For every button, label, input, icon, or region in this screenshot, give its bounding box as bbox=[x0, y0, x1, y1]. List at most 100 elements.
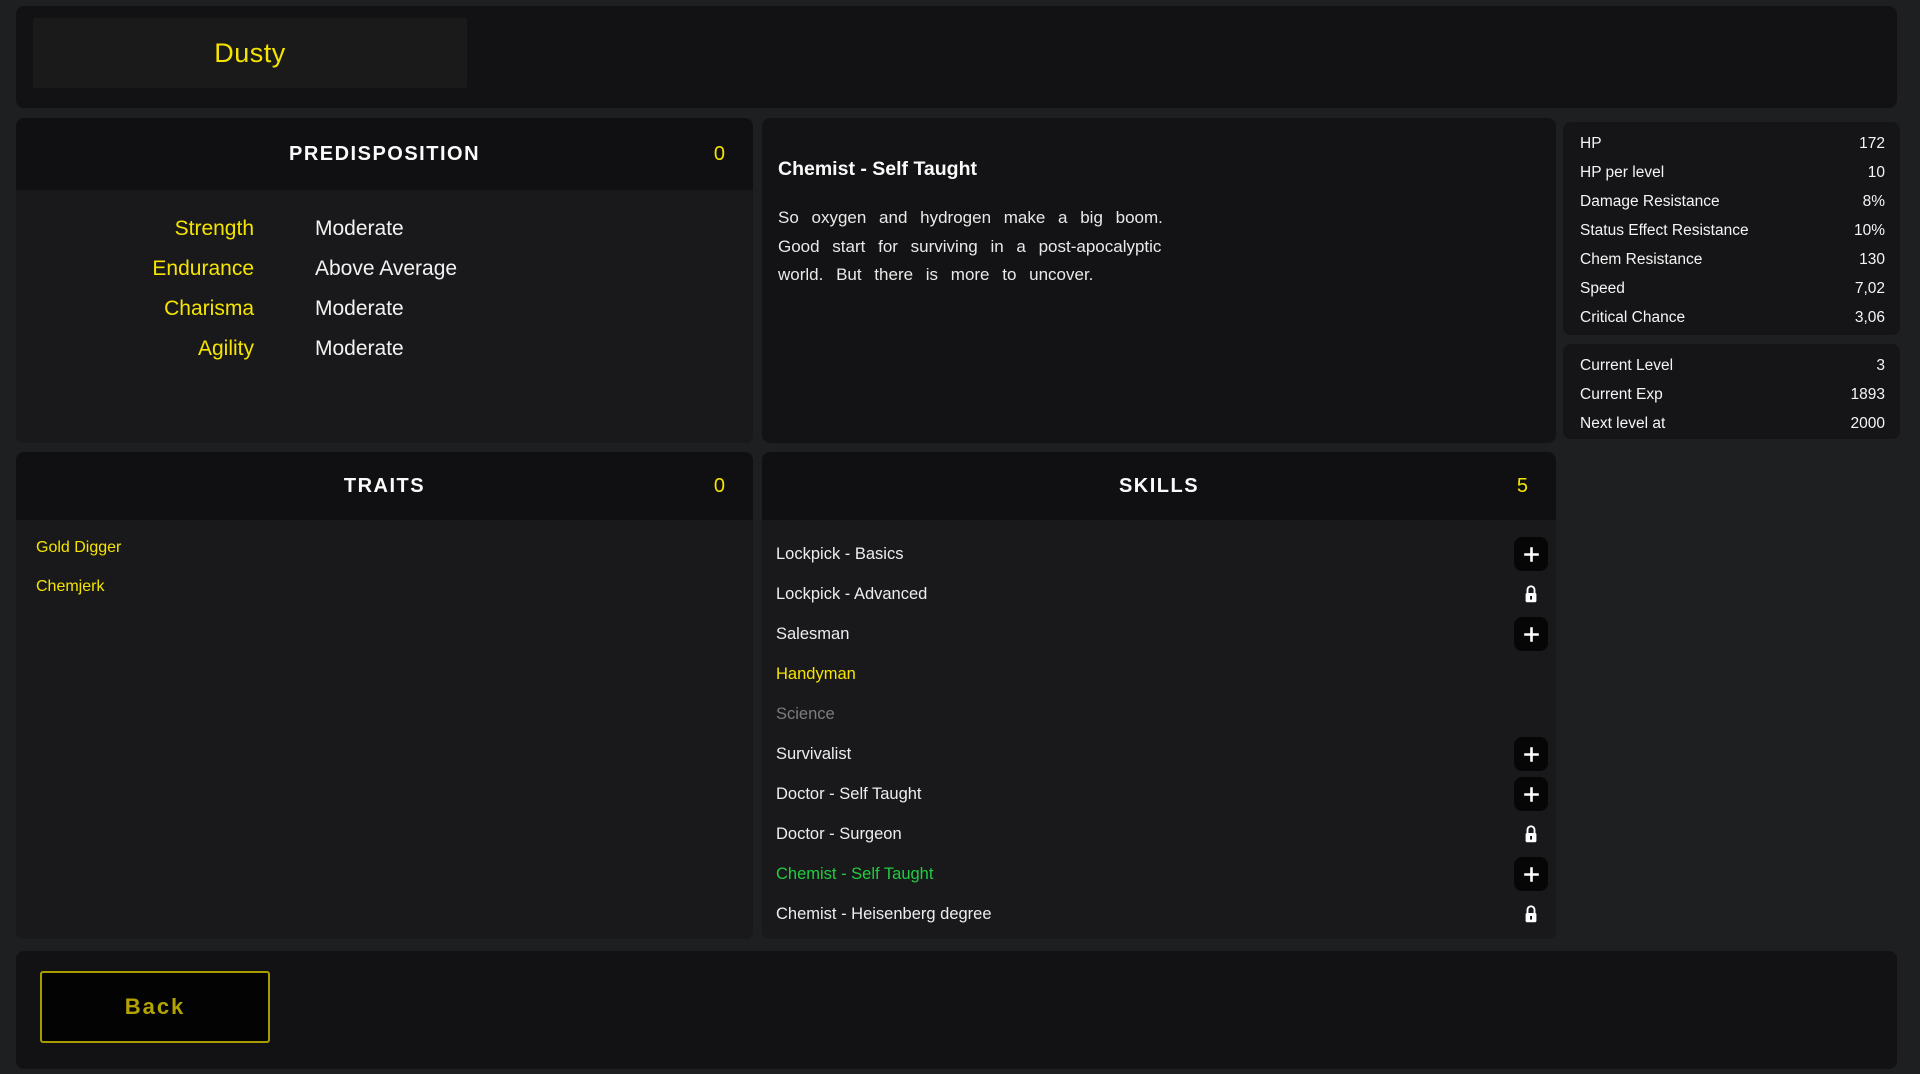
skill-detail-panel: Chemist - Self Taught So oxygen and hydr… bbox=[762, 118, 1556, 443]
trait-item[interactable]: Chemjerk bbox=[16, 567, 753, 606]
stat-row: HP per level 10 bbox=[1563, 158, 1900, 187]
stat-label: Chem Resistance bbox=[1580, 251, 1702, 269]
stat-value: 7,02 bbox=[1855, 280, 1885, 298]
lock-icon bbox=[1523, 904, 1539, 924]
skill-action-slot bbox=[1514, 737, 1548, 771]
plus-icon bbox=[1523, 866, 1540, 883]
stat-value: 3,06 bbox=[1855, 309, 1885, 327]
skill-action-slot bbox=[1514, 777, 1548, 811]
stat-row: Current Level 3 bbox=[1563, 351, 1900, 380]
stat-row: Critical Chance 3,06 bbox=[1563, 303, 1900, 332]
stat-label: Speed bbox=[1580, 280, 1625, 298]
skill-name: Doctor - Self Taught bbox=[776, 785, 922, 804]
footer-bar: Back bbox=[16, 951, 1897, 1069]
level-panel: Current Level 3 Current Exp 1893 Next le… bbox=[1563, 344, 1900, 439]
traits-header: TRAITS 0 bbox=[16, 452, 753, 520]
skill-detail-title: Chemist - Self Taught bbox=[778, 158, 977, 181]
stat-label: Current Exp bbox=[1580, 386, 1663, 404]
skill-name: Science bbox=[776, 705, 835, 724]
skill-plus-button[interactable] bbox=[1514, 777, 1548, 811]
skill-name: Salesman bbox=[776, 625, 849, 644]
skill-name: Lockpick - Basics bbox=[776, 545, 903, 564]
traits-list: Gold Digger Chemjerk bbox=[16, 520, 753, 939]
plus-icon bbox=[1523, 546, 1540, 563]
skill-action-slot bbox=[1514, 657, 1548, 691]
stat-row: Speed 7,02 bbox=[1563, 274, 1900, 303]
plus-icon bbox=[1523, 626, 1540, 643]
character-name: Dusty bbox=[214, 38, 286, 69]
predisposition-title: PREDISPOSITION bbox=[289, 143, 480, 166]
stat-value: 130 bbox=[1859, 251, 1885, 269]
stat-value: 172 bbox=[1859, 135, 1885, 153]
skill-row[interactable]: Chemist - Self Taught bbox=[762, 854, 1556, 894]
stat-value: 3 bbox=[1876, 357, 1885, 375]
skill-name: Handyman bbox=[776, 665, 856, 684]
stat-value: 10 bbox=[1868, 164, 1885, 182]
stat-label: HP bbox=[1580, 135, 1602, 153]
stat-row: Damage Resistance 8% bbox=[1563, 187, 1900, 216]
stat-value: 10% bbox=[1854, 222, 1885, 240]
skill-plus-button[interactable] bbox=[1514, 857, 1548, 891]
skill-plus-button[interactable] bbox=[1514, 617, 1548, 651]
stat-label: Damage Resistance bbox=[1580, 193, 1720, 211]
skill-row[interactable]: Salesman bbox=[762, 614, 1556, 654]
plus-icon bbox=[1523, 746, 1540, 763]
character-screen: Dusty PREDISPOSITION 0 Strength Moderate… bbox=[0, 0, 1920, 1074]
stat-label: Agility bbox=[16, 337, 254, 361]
predisposition-row: Agility Moderate bbox=[16, 329, 753, 369]
skill-name: Survivalist bbox=[776, 745, 851, 764]
name-panel: Dusty bbox=[16, 6, 1897, 108]
skill-action-slot bbox=[1514, 577, 1548, 611]
stat-label: Status Effect Resistance bbox=[1580, 222, 1749, 240]
predisposition-row: Charisma Moderate bbox=[16, 289, 753, 329]
skill-action-slot bbox=[1514, 617, 1548, 651]
skills-header: SKILLS 5 bbox=[762, 452, 1556, 520]
predisposition-panel: PREDISPOSITION 0 Strength Moderate Endur… bbox=[16, 118, 753, 443]
skills-panel: SKILLS 5 Lockpick - Basics bbox=[762, 452, 1556, 939]
skill-row[interactable]: Lockpick - Advanced bbox=[762, 574, 1556, 614]
skill-name: Chemist - Self Taught bbox=[776, 865, 933, 884]
skill-name: Chemist - Heisenberg degree bbox=[776, 905, 992, 924]
stat-label: Endurance bbox=[16, 257, 254, 281]
skill-row[interactable]: Science bbox=[762, 694, 1556, 734]
skill-row[interactable]: Survivalist bbox=[762, 734, 1556, 774]
stat-label: Strength bbox=[16, 217, 254, 241]
stat-value: 1893 bbox=[1851, 386, 1885, 404]
skill-plus-button[interactable] bbox=[1514, 537, 1548, 571]
skill-action-slot bbox=[1514, 537, 1548, 571]
predisposition-row: Endurance Above Average bbox=[16, 249, 753, 289]
stat-value: Moderate bbox=[315, 337, 404, 361]
skill-row[interactable]: Doctor - Self Taught bbox=[762, 774, 1556, 814]
skill-plus-button[interactable] bbox=[1514, 737, 1548, 771]
trait-name: Gold Digger bbox=[36, 539, 121, 557]
predisposition-row: Strength Moderate bbox=[16, 209, 753, 249]
character-name-field[interactable]: Dusty bbox=[33, 18, 467, 88]
skill-action-slot bbox=[1514, 697, 1548, 731]
traits-points: 0 bbox=[714, 475, 725, 498]
skill-row[interactable]: Lockpick - Basics bbox=[762, 534, 1556, 574]
stat-value: Moderate bbox=[315, 297, 404, 321]
stat-value: 2000 bbox=[1851, 415, 1885, 433]
stat-row: Next level at 2000 bbox=[1563, 409, 1900, 438]
traits-title: TRAITS bbox=[344, 475, 425, 498]
lock-icon bbox=[1523, 824, 1539, 844]
skill-action-slot bbox=[1514, 857, 1548, 891]
skill-name: Doctor - Surgeon bbox=[776, 825, 902, 844]
stat-row: HP 172 bbox=[1563, 129, 1900, 158]
predisposition-list: Strength Moderate Endurance Above Averag… bbox=[16, 190, 753, 443]
predisposition-header: PREDISPOSITION 0 bbox=[16, 118, 753, 190]
skill-name: Lockpick - Advanced bbox=[776, 585, 927, 604]
skills-points: 5 bbox=[1517, 475, 1528, 498]
stat-label: Next level at bbox=[1580, 415, 1665, 433]
trait-item[interactable]: Gold Digger bbox=[16, 528, 753, 567]
traits-panel: TRAITS 0 Gold Digger Chemjerk bbox=[16, 452, 753, 939]
stats-panel: HP 172 HP per level 10 Damage Resistance… bbox=[1563, 122, 1900, 335]
stat-label: Current Level bbox=[1580, 357, 1673, 375]
back-button[interactable]: Back bbox=[40, 971, 270, 1043]
skill-row[interactable]: Handyman bbox=[762, 654, 1556, 694]
skill-row[interactable]: Chemist - Heisenberg degree bbox=[762, 894, 1556, 934]
skill-action-slot bbox=[1514, 817, 1548, 851]
stat-row: Status Effect Resistance 10% bbox=[1563, 216, 1900, 245]
stat-row: Current Exp 1893 bbox=[1563, 380, 1900, 409]
skill-row[interactable]: Doctor - Surgeon bbox=[762, 814, 1556, 854]
